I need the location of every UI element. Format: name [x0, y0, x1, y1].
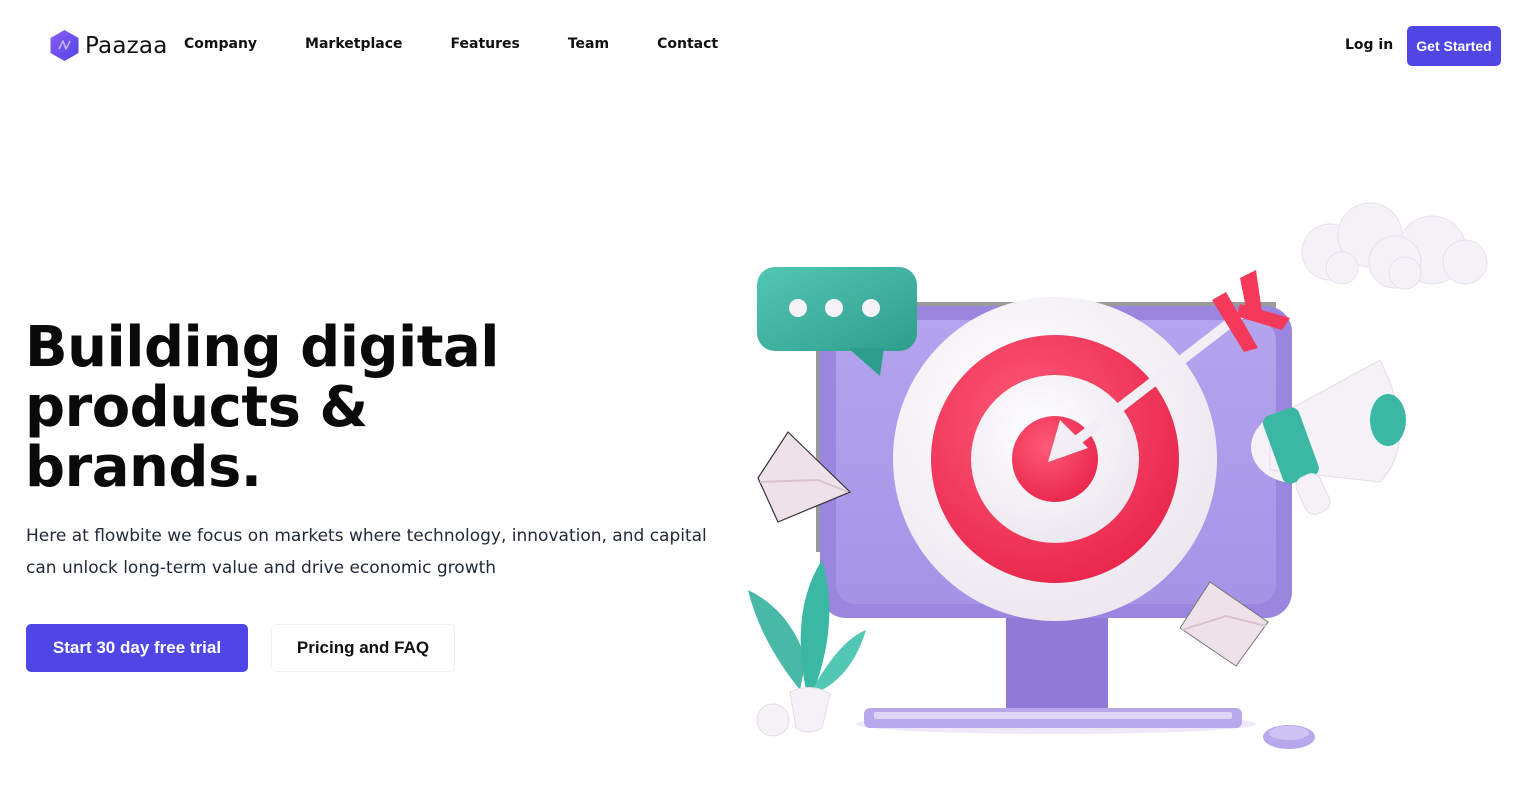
- brand[interactable]: Paazaa: [49, 29, 168, 62]
- main-nav: Company Marketplace Features Team Contac…: [184, 36, 766, 52]
- headline-line-3: brands.: [25, 435, 262, 500]
- nav-link-marketplace[interactable]: Marketplace: [305, 36, 402, 52]
- nav-link-team[interactable]: Team: [568, 36, 609, 52]
- nav-link-features[interactable]: Features: [451, 36, 520, 52]
- keyboard-icon: [864, 708, 1242, 728]
- cloud-icon: [1301, 202, 1488, 290]
- headline-line-2: products &: [25, 375, 368, 440]
- brand-name: Paazaa: [85, 32, 168, 59]
- hero-description: Here at flowbite we focus on markets whe…: [26, 526, 707, 578]
- top-navbar: Paazaa Company Marketplace Features Team…: [0, 0, 1528, 92]
- monitor-with-target-illustration: [748, 202, 1488, 749]
- hero-headline: Building digital products & brands.: [25, 318, 585, 498]
- start-trial-button[interactable]: Start 30 day free trial: [26, 624, 248, 672]
- login-link[interactable]: Log in: [1345, 37, 1393, 53]
- headline-line-1: Building digital: [25, 315, 500, 380]
- nav-link-contact[interactable]: Contact: [657, 36, 718, 52]
- mouse-icon: [1263, 725, 1315, 749]
- pricing-faq-button[interactable]: Pricing and FAQ: [271, 624, 455, 672]
- nav-link-company[interactable]: Company: [184, 36, 257, 52]
- hexagon-logo-icon: [50, 30, 79, 61]
- get-started-button[interactable]: Get Started: [1407, 26, 1501, 66]
